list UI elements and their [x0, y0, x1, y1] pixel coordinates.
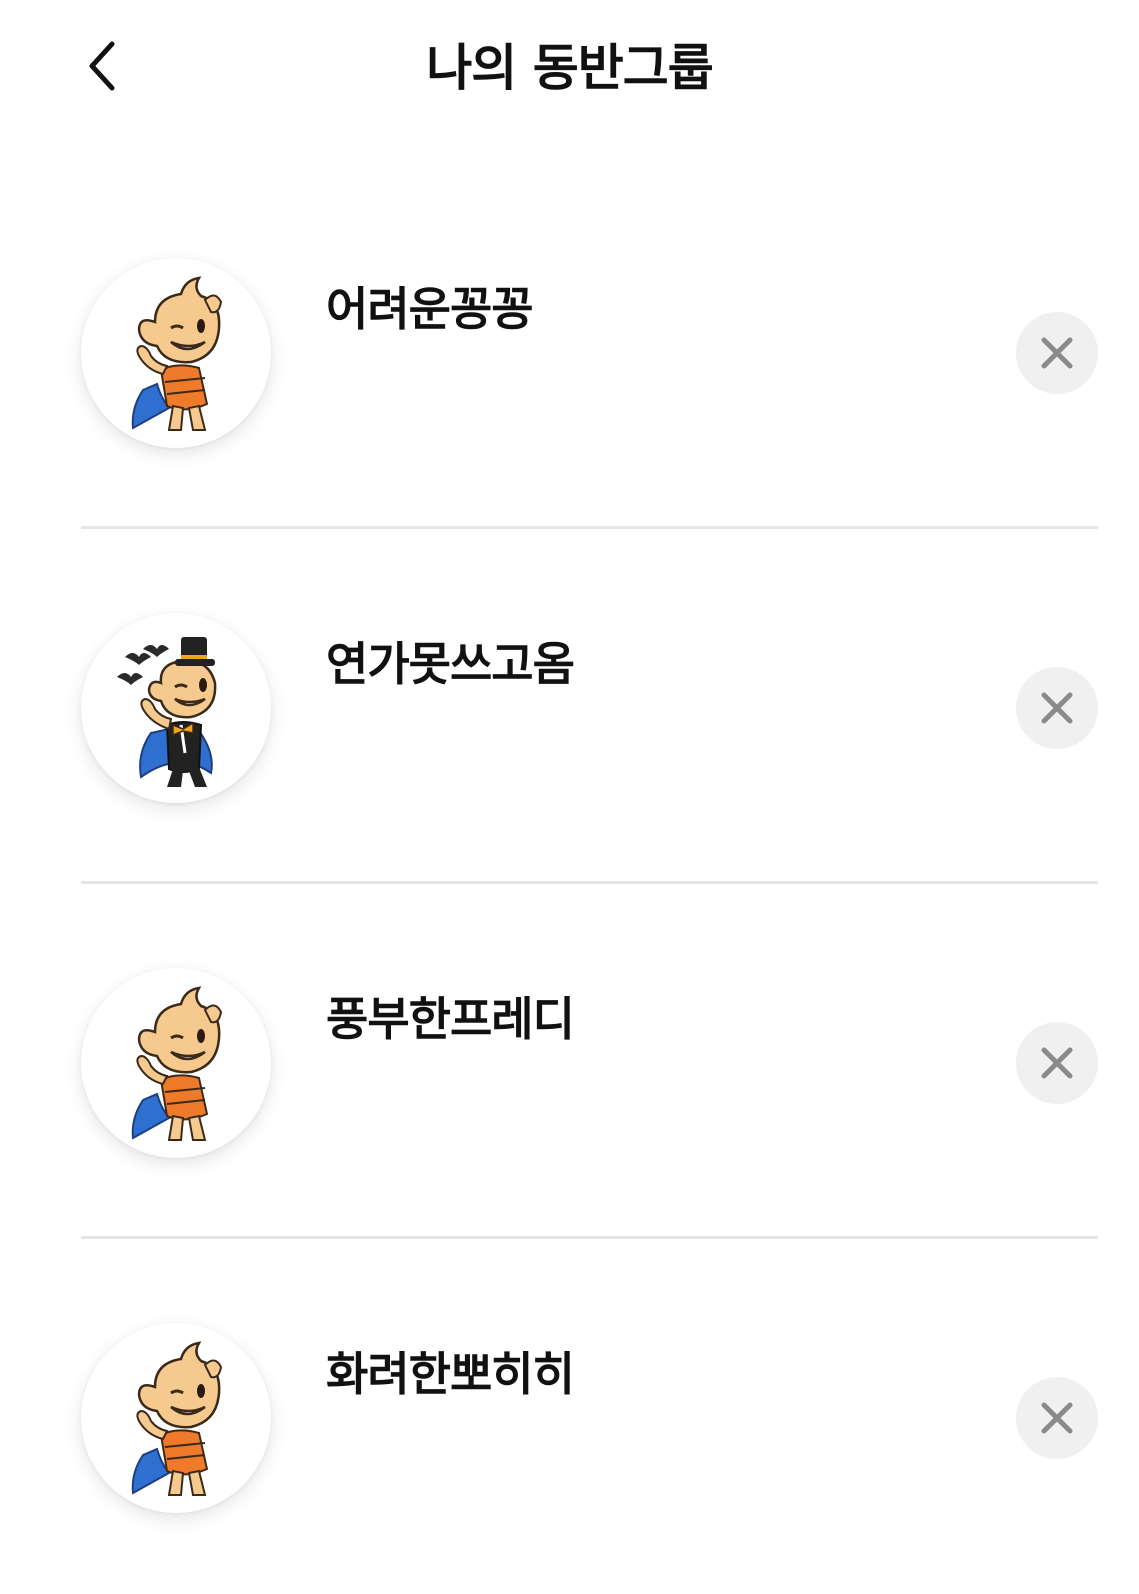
- group-member-row: 어려운꽁꽁: [0, 174, 1139, 529]
- member-avatar: [81, 613, 271, 803]
- group-member-row: 풍부한프레디: [0, 884, 1139, 1239]
- close-icon: [1041, 1402, 1073, 1434]
- member-name: 연가못쓰고옴: [326, 637, 575, 691]
- member-avatar: [81, 968, 271, 1158]
- member-avatar: [81, 258, 271, 448]
- member-name: 풍부한프레디: [326, 992, 575, 1046]
- app-header: 나의 동반그룹: [0, 0, 1139, 140]
- mascot-winking-cape-icon: [81, 258, 271, 448]
- member-name: 어려운꽁꽁: [326, 282, 534, 336]
- member-name: 화려한뽀히히: [326, 1347, 575, 1401]
- group-member-row: 화려한뽀히히: [0, 1239, 1139, 1594]
- remove-member-button[interactable]: [1016, 1377, 1098, 1459]
- group-member-row: 연가못쓰고옴: [0, 529, 1139, 884]
- close-icon: [1041, 692, 1073, 724]
- close-icon: [1041, 1047, 1073, 1079]
- remove-member-button[interactable]: [1016, 312, 1098, 394]
- remove-member-button[interactable]: [1016, 667, 1098, 749]
- mascot-winking-cape-icon: [81, 968, 271, 1158]
- page-title: 나의 동반그룹: [426, 39, 713, 97]
- member-avatar: [81, 1323, 271, 1513]
- mascot-vampire-tophat-bats-icon: [81, 613, 271, 803]
- mascot-winking-cape-icon: [81, 1323, 271, 1513]
- companion-group-list: 어려운꽁꽁 연가못쓰고옴 풍부한프레디 화려한뽀히히: [0, 174, 1139, 1594]
- close-icon: [1041, 337, 1073, 369]
- remove-member-button[interactable]: [1016, 1022, 1098, 1104]
